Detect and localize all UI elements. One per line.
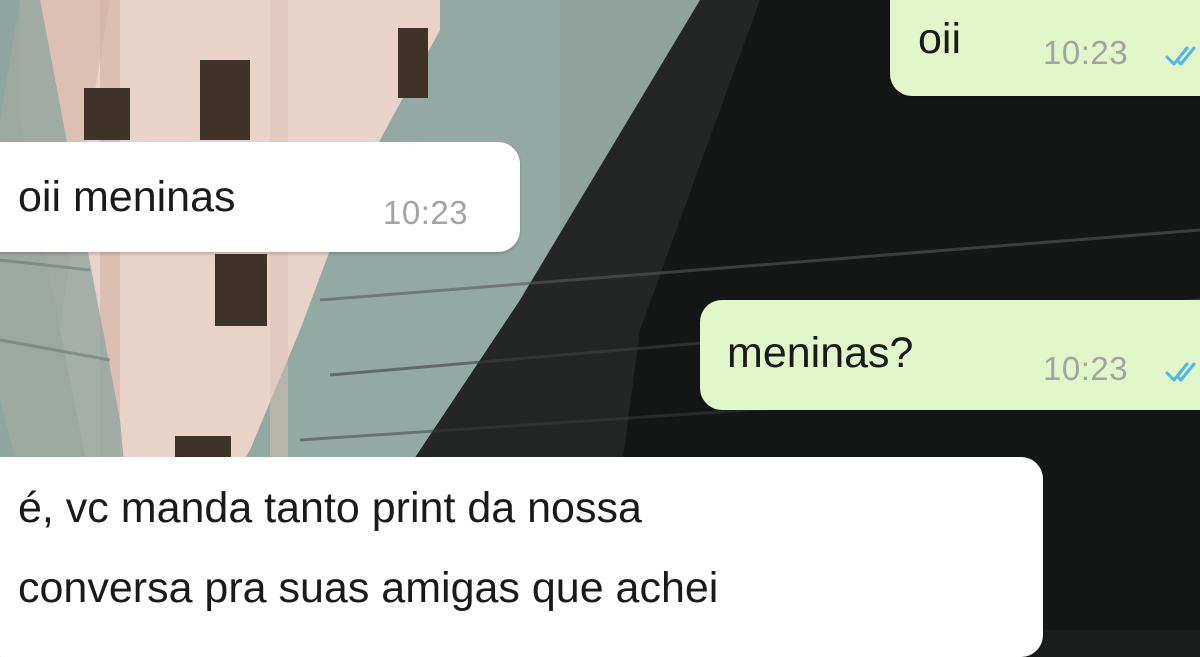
chat-conversation: oii 10:23 oii meninas 10:23 meninas? 10:… [0,0,1200,657]
incoming-message[interactable]: é, vc manda tanto print da nossa convers… [0,457,1043,657]
message-text-line: conversa pra suas amigas que achei [18,564,719,612]
double-check-read-icon [1165,46,1196,66]
message-text: meninas? [727,329,914,377]
message-time: 10:23 [383,194,469,231]
outgoing-message[interactable]: meninas? 10:23 [700,300,1200,410]
message-text: oii meninas [18,173,236,221]
outgoing-message[interactable]: oii 10:23 [890,0,1200,96]
incoming-message[interactable]: oii meninas 10:23 [0,142,520,252]
double-check-read-icon [1165,362,1196,382]
message-time: 10:23 [1043,34,1129,71]
message-text-line: é, vc manda tanto print da nossa [18,484,642,532]
message-time: 10:23 [1043,350,1129,387]
message-text: oii [918,15,962,63]
